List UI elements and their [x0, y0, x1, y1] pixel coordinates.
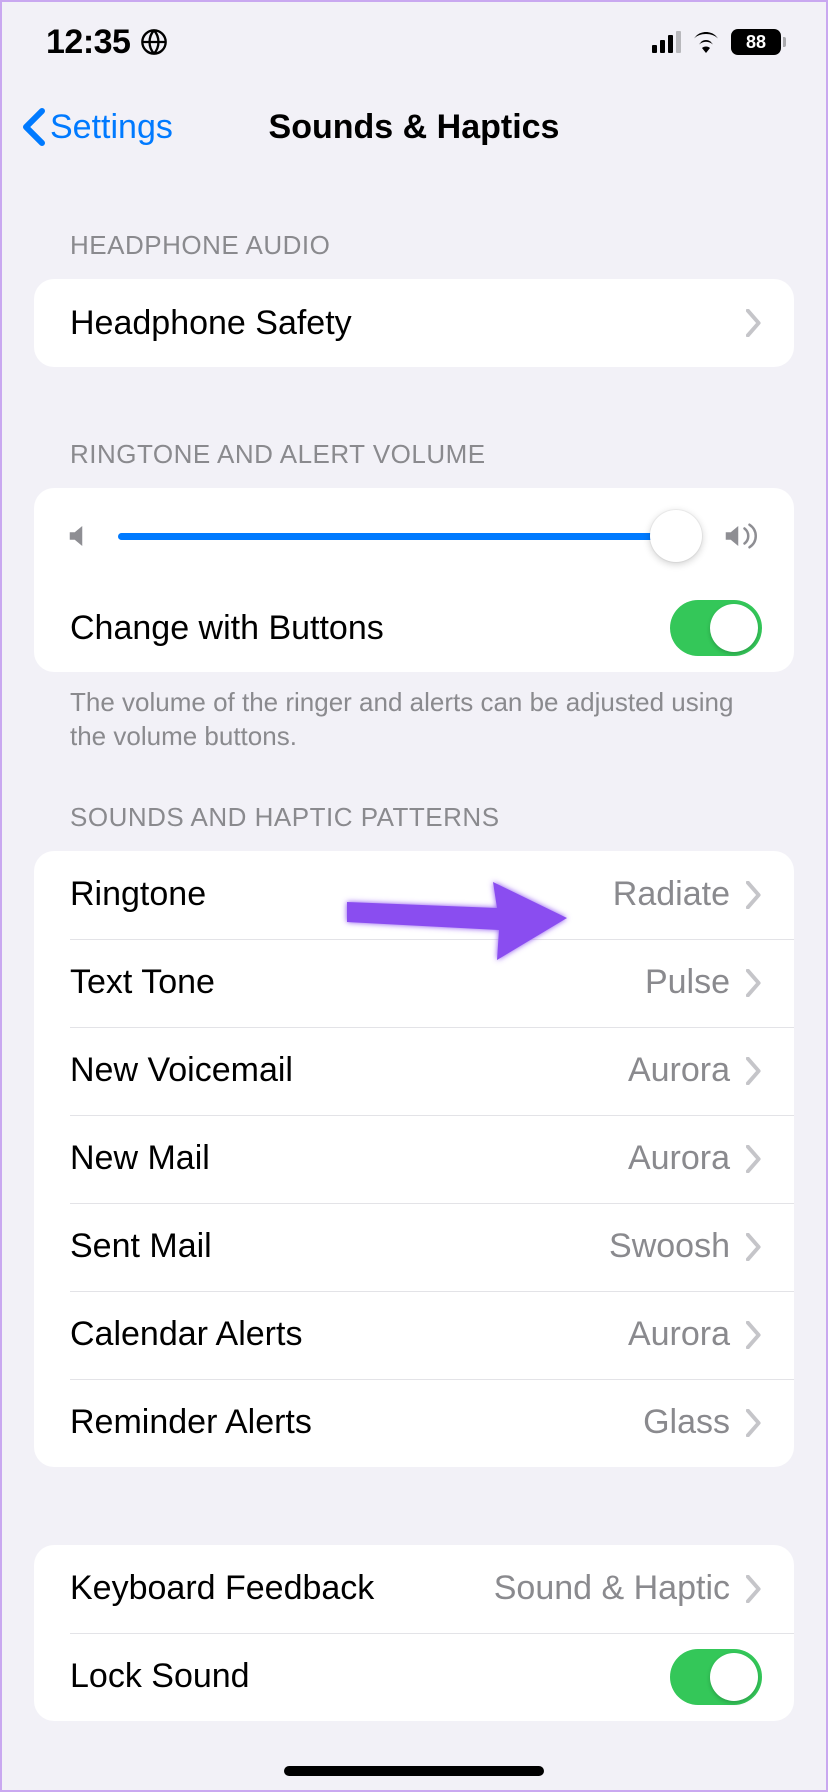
row-value: Pulse — [645, 963, 730, 1002]
chevron-right-icon — [746, 1145, 762, 1173]
new-mail-row[interactable]: New Mail Aurora — [34, 1115, 794, 1203]
chevron-right-icon — [746, 1057, 762, 1085]
row-label: New Voicemail — [70, 1051, 628, 1090]
section-footer-volume: The volume of the ringer and alerts can … — [34, 672, 794, 754]
row-value: Sound & Haptic — [494, 1569, 730, 1608]
status-left: 12:35 — [46, 23, 168, 62]
sent-mail-row[interactable]: Sent Mail Swoosh — [34, 1203, 794, 1291]
chevron-right-icon — [746, 969, 762, 997]
home-indicator[interactable] — [284, 1766, 544, 1776]
text-tone-row[interactable]: Text Tone Pulse — [34, 939, 794, 1027]
wifi-icon — [691, 31, 721, 53]
chevron-left-icon — [22, 107, 46, 147]
row-value: Glass — [643, 1403, 730, 1442]
speaker-loud-icon — [722, 521, 762, 551]
keyboard-feedback-row[interactable]: Keyboard Feedback Sound & Haptic — [34, 1545, 794, 1633]
change-with-buttons-toggle[interactable] — [670, 600, 762, 656]
volume-slider-row — [34, 488, 794, 584]
row-label: Text Tone — [70, 963, 645, 1002]
globe-icon — [140, 28, 168, 56]
status-right: 88 — [652, 29, 786, 55]
chevron-right-icon — [746, 1409, 762, 1437]
battery-icon: 88 — [731, 29, 786, 55]
chevron-right-icon — [746, 1575, 762, 1603]
row-value: Radiate — [613, 875, 730, 914]
new-voicemail-row[interactable]: New Voicemail Aurora — [34, 1027, 794, 1115]
row-value: Swoosh — [609, 1227, 730, 1266]
row-label: Reminder Alerts — [70, 1403, 643, 1442]
other-card: Keyboard Feedback Sound & Haptic Lock So… — [34, 1545, 794, 1721]
row-label: Sent Mail — [70, 1227, 609, 1266]
headphone-card: Headphone Safety — [34, 279, 794, 367]
chevron-right-icon — [746, 309, 762, 337]
row-label: Lock Sound — [70, 1657, 670, 1696]
lock-sound-row: Lock Sound — [34, 1633, 794, 1721]
calendar-alerts-row[interactable]: Calendar Alerts Aurora — [34, 1291, 794, 1379]
back-label: Settings — [50, 108, 173, 147]
volume-slider[interactable] — [118, 533, 700, 540]
row-label: Keyboard Feedback — [70, 1569, 494, 1608]
row-label: Calendar Alerts — [70, 1315, 628, 1354]
speaker-quiet-icon — [66, 521, 96, 551]
chevron-right-icon — [746, 1233, 762, 1261]
section-header-headphone: HEADPHONE AUDIO — [34, 230, 794, 279]
reminder-alerts-row[interactable]: Reminder Alerts Glass — [34, 1379, 794, 1467]
status-time: 12:35 — [46, 23, 130, 62]
lock-sound-toggle[interactable] — [670, 1649, 762, 1705]
row-label: Ringtone — [70, 875, 613, 914]
row-value: Aurora — [628, 1139, 730, 1178]
row-value: Aurora — [628, 1051, 730, 1090]
status-bar: 12:35 88 — [2, 2, 826, 82]
change-with-buttons-row: Change with Buttons — [34, 584, 794, 672]
cellular-signal-icon — [652, 31, 681, 53]
row-label: New Mail — [70, 1139, 628, 1178]
row-label: Change with Buttons — [70, 609, 670, 648]
navigation-bar: Settings Sounds & Haptics — [2, 82, 826, 172]
row-value: Aurora — [628, 1315, 730, 1354]
slider-thumb[interactable] — [650, 510, 702, 562]
back-button[interactable]: Settings — [22, 107, 173, 147]
headphone-safety-row[interactable]: Headphone Safety — [34, 279, 794, 367]
chevron-right-icon — [746, 1321, 762, 1349]
ringtone-row[interactable]: Ringtone Radiate — [34, 851, 794, 939]
chevron-right-icon — [746, 881, 762, 909]
section-header-patterns: SOUNDS AND HAPTIC PATTERNS — [34, 802, 794, 851]
row-label: Headphone Safety — [70, 304, 746, 343]
volume-card: Change with Buttons — [34, 488, 794, 672]
section-header-volume: RINGTONE AND ALERT VOLUME — [34, 439, 794, 488]
patterns-card: Ringtone Radiate Text Tone Pulse New Voi… — [34, 851, 794, 1467]
